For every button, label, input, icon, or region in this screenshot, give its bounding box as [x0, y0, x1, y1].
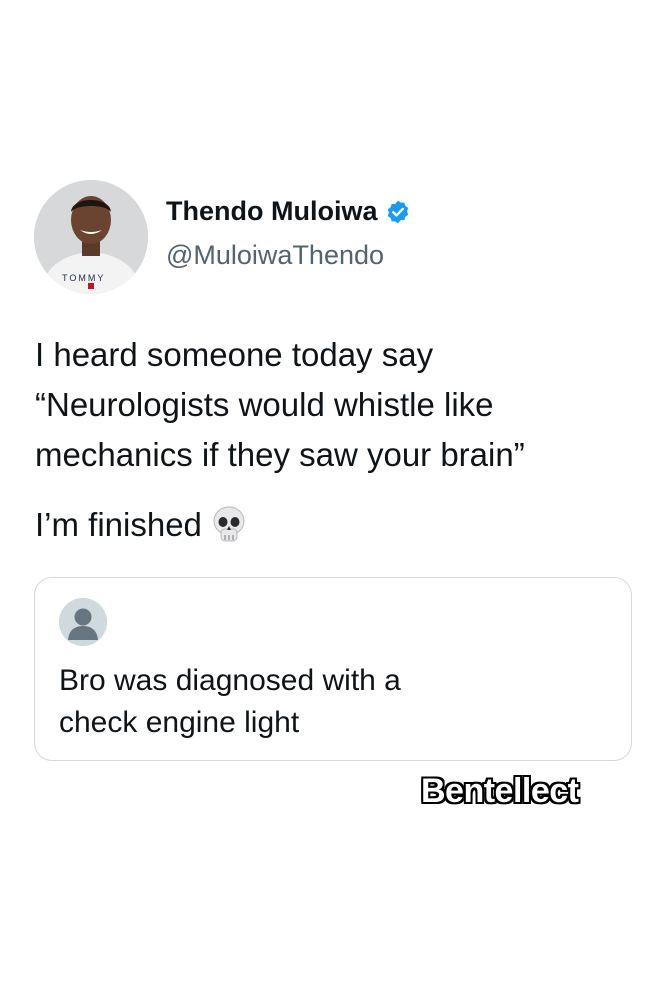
profile-photo-icon: TOMMY [34, 180, 148, 294]
tweet-closing-text: I’m finished [35, 506, 202, 543]
watermark-logo: Bentellect [421, 772, 579, 810]
tweet-closing-line: I’m finished [35, 500, 635, 550]
author-name-text: Thendo Muloiwa [166, 196, 378, 226]
reply-line: Bro was diagnosed with a [59, 664, 401, 697]
skull-icon [213, 506, 245, 542]
author-handle[interactable]: @MuloiwaThendo [166, 240, 384, 271]
author-name[interactable]: Thendo Muloiwa [166, 196, 411, 227]
author-avatar[interactable]: TOMMY [34, 180, 148, 294]
tweet-body: I heard someone today say “Neurologists … [35, 330, 635, 550]
reply-line: check engine light [59, 706, 300, 739]
tweet-line: I heard someone today say [35, 336, 434, 373]
verified-badge-icon [388, 200, 409, 223]
reply-avatar[interactable] [59, 598, 107, 646]
default-user-avatar-icon [59, 598, 107, 646]
tweet-line: “Neurologists would whistle like [35, 386, 494, 423]
reply-body: Bro was diagnosed with a check engine li… [59, 660, 599, 744]
quoted-reply-card[interactable]: Bro was diagnosed with a check engine li… [34, 577, 632, 761]
shirt-brand-text: TOMMY [62, 273, 105, 283]
tweet-line: mechanics if they saw your brain” [35, 436, 525, 473]
